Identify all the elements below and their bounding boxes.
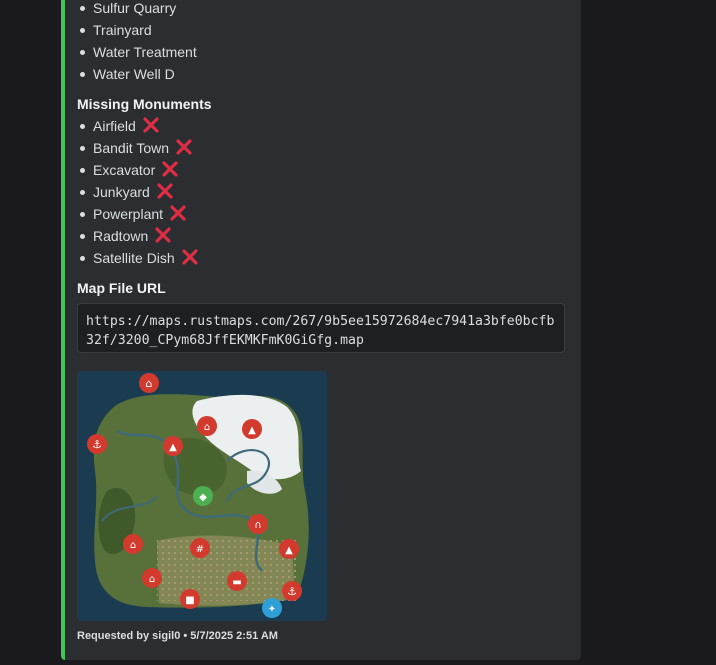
map-marker: ⌂ [142, 568, 162, 588]
list-item: Powerplant [77, 203, 199, 225]
svg-text:⚓: ⚓ [287, 585, 297, 598]
existing-monuments-list: Sulfur Quarry Trainyard Water Treatment … [77, 0, 197, 85]
map-url-codeblock[interactable]: https://maps.rustmaps.com/267/9b5ee15972… [77, 303, 565, 353]
svg-text:⌂: ⌂ [204, 422, 210, 433]
map-marker: ▲ [242, 419, 262, 439]
svg-text:#: # [196, 544, 204, 555]
cross-mark-icon [155, 227, 171, 243]
list-item: Airfield [77, 115, 199, 137]
map-marker: ▲ [163, 436, 183, 456]
requested-by-text: Requested by sigil0 [77, 630, 181, 642]
map-marker: ⌂ [197, 416, 217, 436]
cross-mark-icon [143, 117, 159, 133]
list-item: Bandit Town [77, 137, 199, 159]
list-item: Radtown [77, 225, 199, 247]
embed-card: Sulfur Quarry Trainyard Water Treatment … [61, 0, 581, 660]
svg-text:▬: ▬ [232, 577, 241, 588]
map-marker: ⌂ [139, 373, 159, 393]
map-marker: ⚓ [87, 434, 107, 454]
footer-timestamp: 5/7/2025 2:51 AM [190, 630, 278, 642]
svg-text:◆: ◆ [199, 492, 207, 503]
map-marker: ∩ [248, 514, 268, 534]
list-item: Sulfur Quarry [77, 0, 197, 19]
map-marker: ▲ [279, 539, 299, 559]
missing-monuments-heading: Missing Monuments [77, 96, 212, 112]
svg-text:⌂: ⌂ [146, 377, 153, 390]
svg-text:✦: ✦ [268, 604, 276, 615]
list-item: Water Well D [77, 63, 197, 85]
cross-mark-icon [157, 183, 173, 199]
footer-separator: • [183, 630, 188, 642]
cross-mark-icon [181, 249, 198, 265]
cross-mark-icon [176, 139, 192, 155]
map-marker: # [190, 538, 210, 558]
embed-footer: Requested by sigil0 • 5/7/2025 2:51 AM [77, 630, 278, 642]
map-marker: ▬ [227, 571, 247, 591]
map-marker: ⚓ [282, 581, 302, 601]
svg-text:⌂: ⌂ [130, 540, 136, 551]
map-image-svg: ⌂ ⌂ ▲ ⚓ ▲ ◆ ∩ ⌂ # ▲ ⌂ ▬ ■ ⚓ ✦ [77, 371, 327, 621]
svg-text:▲: ▲ [248, 425, 256, 436]
svg-text:∩: ∩ [254, 520, 261, 531]
map-marker: ✦ [262, 598, 282, 618]
list-item: Junkyard [77, 181, 199, 203]
missing-monuments-list: Airfield Bandit Town Excavator Junkyard … [77, 115, 199, 269]
svg-text:▲: ▲ [169, 442, 177, 453]
list-item: Excavator [77, 159, 199, 181]
cross-mark-icon [170, 205, 186, 221]
list-item: Trainyard [77, 19, 197, 41]
svg-text:■: ■ [185, 595, 194, 606]
svg-text:⌂: ⌂ [149, 574, 155, 585]
svg-text:▲: ▲ [285, 545, 293, 556]
map-marker: ■ [180, 589, 200, 609]
map-marker: ◆ [193, 486, 213, 506]
list-item: Water Treatment [77, 41, 197, 63]
svg-text:⚓: ⚓ [92, 438, 102, 451]
map-image[interactable]: ⌂ ⌂ ▲ ⚓ ▲ ◆ ∩ ⌂ # ▲ ⌂ ▬ ■ ⚓ ✦ [77, 371, 327, 621]
cross-mark-icon [162, 161, 178, 177]
map-marker: ⌂ [123, 534, 143, 554]
list-item: Satellite Dish [77, 247, 199, 269]
map-file-url-heading: Map File URL [77, 280, 166, 296]
